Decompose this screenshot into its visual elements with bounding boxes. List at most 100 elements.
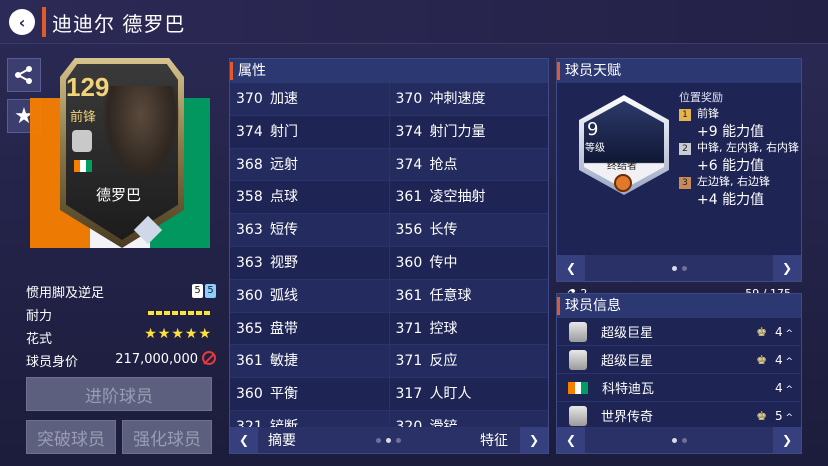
stamina-label: 耐力 [26,309,53,324]
player-info-row[interactable]: 科特迪瓦 4 ^ [557,374,803,402]
attribute-name: 凌空抽射 [429,189,486,206]
attribute-cell: 360 传中 [390,247,549,279]
attribute-cell: 374 射门 [230,115,390,148]
attribute-value: 361 [236,353,263,370]
card-position: 前锋 [70,110,97,125]
badge-icon [569,405,587,426]
info-row-foot: 惯用脚及逆足 55 [26,279,216,301]
attribute-name: 射门力量 [429,123,486,140]
pager-dot-active [385,437,391,443]
foot-right-chip: 5 [205,284,216,298]
pager-right-label[interactable]: 特征 [480,430,508,450]
value-text: 217,000,000 [115,352,198,367]
attribute-cell: 365 盘带 [230,312,390,345]
player-info-row[interactable]: 超级巨星 ♚ 4 ^ [557,318,803,346]
attribute-value: 360 [395,255,423,271]
player-info-row[interactable]: 超级巨星 ♚ 4 ^ [557,346,803,374]
reward-3: 3 左边锋, 右边锋 +4 能力值 [679,173,803,209]
attribute-cell: 371 反应 [390,345,549,377]
info-row-skill: 花式 ★★★★★ [26,325,216,347]
attribute-value: 363 [236,255,263,271]
chevron-right-icon: ❯ [528,433,540,447]
reward-val-1: +9 能力值 [697,124,765,140]
attribute-cell: 361 任意球 [390,280,549,312]
crown-icon: ♚ [756,324,767,339]
crown-icon: ♚ [756,408,767,423]
pager-dot-active [671,437,677,443]
talent-level: 9 [587,119,599,140]
player-info-count: 4 ^ [775,381,803,395]
reward-1: 1 前锋 +9 能力值 [679,105,803,141]
talent-ball-icon [614,174,632,192]
attribute-name: 任意球 [429,287,472,304]
chevron-left-icon: ❮ [565,433,577,447]
page-title: 迪迪尔 德罗巴 [52,12,186,36]
attribute-row: 374 射门 374 射门力量 [230,115,549,149]
person-icon: ^ [782,412,794,423]
attributes-prev-button[interactable]: ❮ [230,427,258,453]
attribute-cell: 368 远射 [230,148,390,181]
attribute-value: 361 [395,287,423,304]
skill-label: 花式 [26,332,53,347]
talent-name: 终结者 [607,161,637,172]
prohibited-icon [202,351,216,365]
chevron-right-icon: ❯ [781,433,793,447]
card-player-name: 德罗巴 [96,186,142,204]
talent-title: 球员天赋 [557,59,801,83]
pager-dot [681,437,687,443]
attribute-value: 371 [395,320,423,337]
player-info-count-value: 5 [775,408,783,423]
breakthrough-player-button[interactable]: 突破球员 [26,420,116,454]
attribute-name: 远射 [270,156,298,173]
player-info-label: 超级巨星 [601,326,654,341]
attribute-row: 361 敏捷 371 反应 [230,345,549,379]
skill-stars: ★★★★★ [144,326,212,342]
attributes-next-button[interactable]: ❯ [520,427,548,453]
pager-dot-active [671,265,677,271]
attribute-name: 反应 [429,353,458,370]
pager-dot [681,265,687,271]
attribute-row: 358 点球 361 凌空抽射 [230,181,548,215]
attribute-cell: 360 弧线 [230,279,390,312]
attribute-row: 365 盘带 371 控球 [230,312,548,346]
card-rating: 129 [66,72,110,102]
player-info-count-value: 4 [775,380,783,395]
attribute-name: 敏捷 [270,353,298,370]
attribute-name: 传中 [429,255,458,271]
player-info-label: 超级巨星 [601,354,654,369]
talent-next-button[interactable]: ❯ [773,255,801,281]
reward-val-3: +4 能力值 [697,192,765,208]
player-info-prev-button[interactable]: ❮ [557,427,585,453]
attribute-cell: 363 视野 [230,247,390,279]
talent-prev-button[interactable]: ❮ [557,255,585,281]
attribute-value: 374 [395,156,423,173]
reward-pos-3: 左边锋, 右边锋 [697,175,770,188]
attribute-cell: 374 射门力量 [390,116,549,148]
attribute-name: 盘带 [270,320,298,337]
info-row-stamina: 耐力 [26,302,216,324]
attribute-value: 370 [395,91,423,107]
attributes-pager: ❮ 摘要 特征 ❯ [230,427,548,453]
person-icon: ^ [782,384,794,395]
pager-left-label[interactable]: 摘要 [268,430,296,450]
reward-2: 2 中锋, 左内锋, 右内锋 +6 能力值 [679,139,803,175]
club-badge-icon [72,130,92,152]
player-info-pager: ❮ ❯ [557,427,801,453]
player-info-pager-dots [585,437,773,443]
badge-icon [569,349,587,370]
attribute-value: 370 [236,91,263,107]
attribute-value: 360 [236,386,263,403]
attributes-grid[interactable]: 370 加速 370 冲刺速度 374 射门 374 射门力量 368 远射 374 抢点 358 点球 3… [230,83,549,453]
player-card[interactable]: 129 前锋 德罗巴 [30,58,210,258]
back-button[interactable]: ‹ [9,9,35,35]
talent-panel: 球员天赋 9 等级 终结者 位置奖励 1 前锋 +9 能力值 2 中锋, 左内锋, … [556,58,803,300]
header: ‹ 迪迪尔 德罗巴 [0,0,828,44]
enhance-player-button[interactable]: 强化球员 [122,420,212,454]
player-info-row[interactable]: 世界传奇 ♚ 5 ^ [557,402,803,430]
reward-title: 位置奖励 [679,91,723,104]
advance-player-button[interactable]: 进阶球员 [26,377,212,411]
attribute-name: 长传 [429,222,458,239]
attribute-cell: 363 短传 [230,214,390,246]
attribute-cell: 360 平衡 [230,378,390,410]
player-info-next-button[interactable]: ❯ [773,427,801,453]
